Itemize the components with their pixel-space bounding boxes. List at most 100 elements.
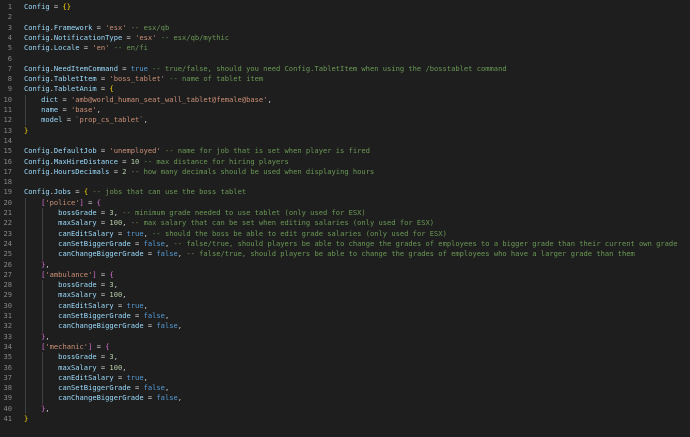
code-line[interactable]: 7 Config.NeedItemCommand = true -- true/f… bbox=[0, 64, 690, 74]
string-token: 'police' bbox=[45, 197, 80, 207]
code-text[interactable]: ['police'] = { bbox=[24, 198, 101, 208]
code-line[interactable]: 28 bossGrade = 3, bbox=[0, 280, 690, 290]
line-number: 20 bbox=[3, 197, 12, 207]
code-text[interactable]: maxSalary = 100, -- max salary that can … bbox=[24, 218, 434, 228]
code-line[interactable]: 3 Config.Framework = 'esx' -- esx/qb bbox=[0, 23, 690, 33]
code-text[interactable]: }, bbox=[24, 332, 50, 342]
code-text[interactable]: Config.MaxHireDistance = 10 -- max dista… bbox=[24, 157, 289, 167]
code-text[interactable]: maxSalary = 100, bbox=[24, 363, 126, 373]
operator-token: , bbox=[122, 290, 127, 300]
code-text[interactable]: ['mechanic'] = { bbox=[24, 342, 109, 352]
code-line[interactable]: 1 Config = {} bbox=[0, 2, 690, 12]
operator-token: = bbox=[143, 393, 157, 403]
code-line[interactable]: 25 canChangeBiggerGrade = false, -- fals… bbox=[0, 249, 690, 259]
code-text[interactable]: } bbox=[24, 414, 28, 424]
code-line[interactable]: 15 Config.DefaultJob = 'unemployed' -- na… bbox=[0, 146, 690, 156]
code-text[interactable]: ['ambulance'] = { bbox=[24, 270, 114, 280]
comment-token: -- max distance for hiring players bbox=[139, 156, 289, 166]
line-number: 5 bbox=[7, 43, 12, 53]
code-line[interactable]: 18 bbox=[0, 177, 690, 187]
code-line[interactable]: 23 canEditSalary = true, -- should the b… bbox=[0, 229, 690, 239]
code-text[interactable]: maxSalary = 100, bbox=[24, 290, 127, 300]
code-line[interactable]: 38 canSetBiggerGrade = false, bbox=[0, 383, 690, 393]
code-text[interactable]: dict = 'amb@world_human_seat_wall_tablet… bbox=[24, 95, 272, 105]
code-line[interactable]: 8 Config.TabletItem = 'boss_tablet' -- na… bbox=[0, 74, 690, 84]
code-text[interactable]: bossGrade = 3, bbox=[24, 352, 118, 362]
code-line[interactable]: 17 Config.HoursDecimals = 2 -- how many d… bbox=[0, 167, 690, 177]
code-text[interactable]: Config.TabletAnim = { bbox=[24, 84, 114, 94]
code-text[interactable]: Config.TabletItem = 'boss_tablet' -- nam… bbox=[24, 74, 263, 84]
code-text[interactable]: model = `prop_cs_tablet`, bbox=[24, 115, 148, 125]
code-line[interactable]: 10 dict = 'amb@world_human_seat_wall_tab… bbox=[0, 95, 690, 105]
property-token: name bbox=[41, 105, 59, 114]
property-token: NeedItemCommand bbox=[53, 63, 118, 73]
code-line[interactable]: 12 model = `prop_cs_tablet`, bbox=[0, 115, 690, 125]
code-text[interactable]: bossGrade = 3, bbox=[24, 280, 118, 290]
code-text[interactable]: canChangeBiggerGrade = false, bbox=[24, 393, 182, 403]
code-text[interactable]: bossGrade = 3, -- minimum grade needed t… bbox=[24, 208, 366, 218]
code-text[interactable]: Config.NeedItemCommand = true -- true/fa… bbox=[24, 64, 507, 74]
code-text[interactable]: canChangeBiggerGrade = false, -- false/t… bbox=[24, 249, 635, 259]
code-line[interactable]: 32 canChangeBiggerGrade = false, bbox=[0, 321, 690, 331]
line-number: 35 bbox=[3, 352, 12, 362]
operator-token: , bbox=[45, 403, 50, 413]
code-text[interactable]: Config = {} bbox=[24, 2, 71, 12]
code-line[interactable]: 33 }, bbox=[0, 332, 690, 342]
code-line[interactable]: 29 maxSalary = 100, bbox=[0, 290, 690, 300]
code-line[interactable]: 36 maxSalary = 100, bbox=[0, 363, 690, 373]
comment-token: -- jobs that can use the boss tablet bbox=[88, 187, 247, 197]
code-text[interactable]: Config.HoursDecimals = 2 -- how many dec… bbox=[24, 167, 374, 177]
string-token: 'boss_tablet' bbox=[109, 74, 165, 84]
code-text[interactable]: }, bbox=[24, 404, 50, 414]
code-line[interactable]: 26 }, bbox=[0, 260, 690, 270]
code-line[interactable]: 24 canSetBiggerGrade = false, -- false/t… bbox=[0, 239, 690, 249]
code-line[interactable]: 6 bbox=[0, 54, 690, 64]
code-text[interactable]: Config.Framework = 'esx' -- esx/qb bbox=[24, 23, 169, 33]
line-number: 40 bbox=[3, 403, 12, 413]
code-text[interactable]: canSetBiggerGrade = false, bbox=[24, 311, 169, 321]
code-text[interactable]: name = 'base', bbox=[24, 105, 101, 115]
code-editor[interactable]: 1 Config = {} 2 3 Config.Framework = 'esx' -… bbox=[0, 0, 690, 437]
code-text[interactable]: canSetBiggerGrade = false, -- false/true… bbox=[24, 239, 677, 249]
comment-token: -- esx/qb/mythic bbox=[156, 32, 230, 42]
operator-token bbox=[24, 95, 41, 104]
code-line[interactable]: 4 Config.NotificationType = 'esx' -- esx/… bbox=[0, 33, 690, 43]
line-number: 16 bbox=[3, 156, 12, 166]
identifier-token: Config bbox=[24, 146, 50, 156]
code-line[interactable]: 21 bossGrade = 3, -- minimum grade neede… bbox=[0, 208, 690, 218]
code-line[interactable]: 31 canSetBiggerGrade = false, bbox=[0, 311, 690, 321]
identifier-token: Config bbox=[24, 74, 50, 84]
code-line[interactable]: 35 bossGrade = 3, bbox=[0, 352, 690, 362]
code-text[interactable]: canSetBiggerGrade = false, bbox=[24, 383, 169, 393]
operator-token bbox=[24, 270, 41, 279]
code-line[interactable]: 40 }, bbox=[0, 404, 690, 414]
code-line[interactable]: 2 bbox=[0, 12, 690, 22]
code-text[interactable]: Config.Jobs = { -- jobs that can use the… bbox=[24, 187, 246, 197]
identifier-token: Config bbox=[24, 43, 50, 53]
code-line[interactable]: 30 canEditSalary = true, bbox=[0, 301, 690, 311]
line-number: 39 bbox=[3, 393, 12, 403]
line-number: 32 bbox=[3, 321, 12, 331]
code-line[interactable]: 16 Config.MaxHireDistance = 10 -- max dis… bbox=[0, 157, 690, 167]
code-text[interactable]: Config.NotificationType = 'esx' -- esx/q… bbox=[24, 33, 229, 43]
code-text[interactable]: }, bbox=[24, 260, 50, 270]
code-text[interactable]: canEditSalary = true, -- should the boss… bbox=[24, 229, 447, 239]
code-line[interactable]: 5 Config.Locale = 'en' -- en/fi bbox=[0, 43, 690, 53]
code-line[interactable]: 41} bbox=[0, 414, 690, 424]
code-line[interactable]: 13} bbox=[0, 126, 690, 136]
code-line[interactable]: 11 name = 'base', bbox=[0, 105, 690, 115]
code-line[interactable]: 27 ['ambulance'] = { bbox=[0, 270, 690, 280]
bracket-token: { bbox=[109, 269, 114, 279]
code-line[interactable]: 22 maxSalary = 100, -- max salary that c… bbox=[0, 218, 690, 228]
code-text[interactable]: } bbox=[24, 126, 28, 136]
code-line[interactable]: 14 bbox=[0, 136, 690, 146]
code-text[interactable]: Config.Locale = 'en' -- en/fi bbox=[24, 43, 148, 53]
code-line[interactable]: 37 canEditSalary = true, bbox=[0, 373, 690, 383]
code-text[interactable]: canChangeBiggerGrade = false, bbox=[24, 321, 182, 331]
code-line[interactable]: 19 Config.Jobs = { -- jobs that can use t… bbox=[0, 187, 690, 197]
code-text[interactable]: Config.DefaultJob = 'unemployed' -- name… bbox=[24, 146, 370, 156]
code-line[interactable]: 9 Config.TabletAnim = { bbox=[0, 84, 690, 94]
code-line[interactable]: 39 canChangeBiggerGrade = false, bbox=[0, 393, 690, 403]
code-line[interactable]: 20 ['police'] = { bbox=[0, 198, 690, 208]
code-line[interactable]: 34 ['mechanic'] = { bbox=[0, 342, 690, 352]
